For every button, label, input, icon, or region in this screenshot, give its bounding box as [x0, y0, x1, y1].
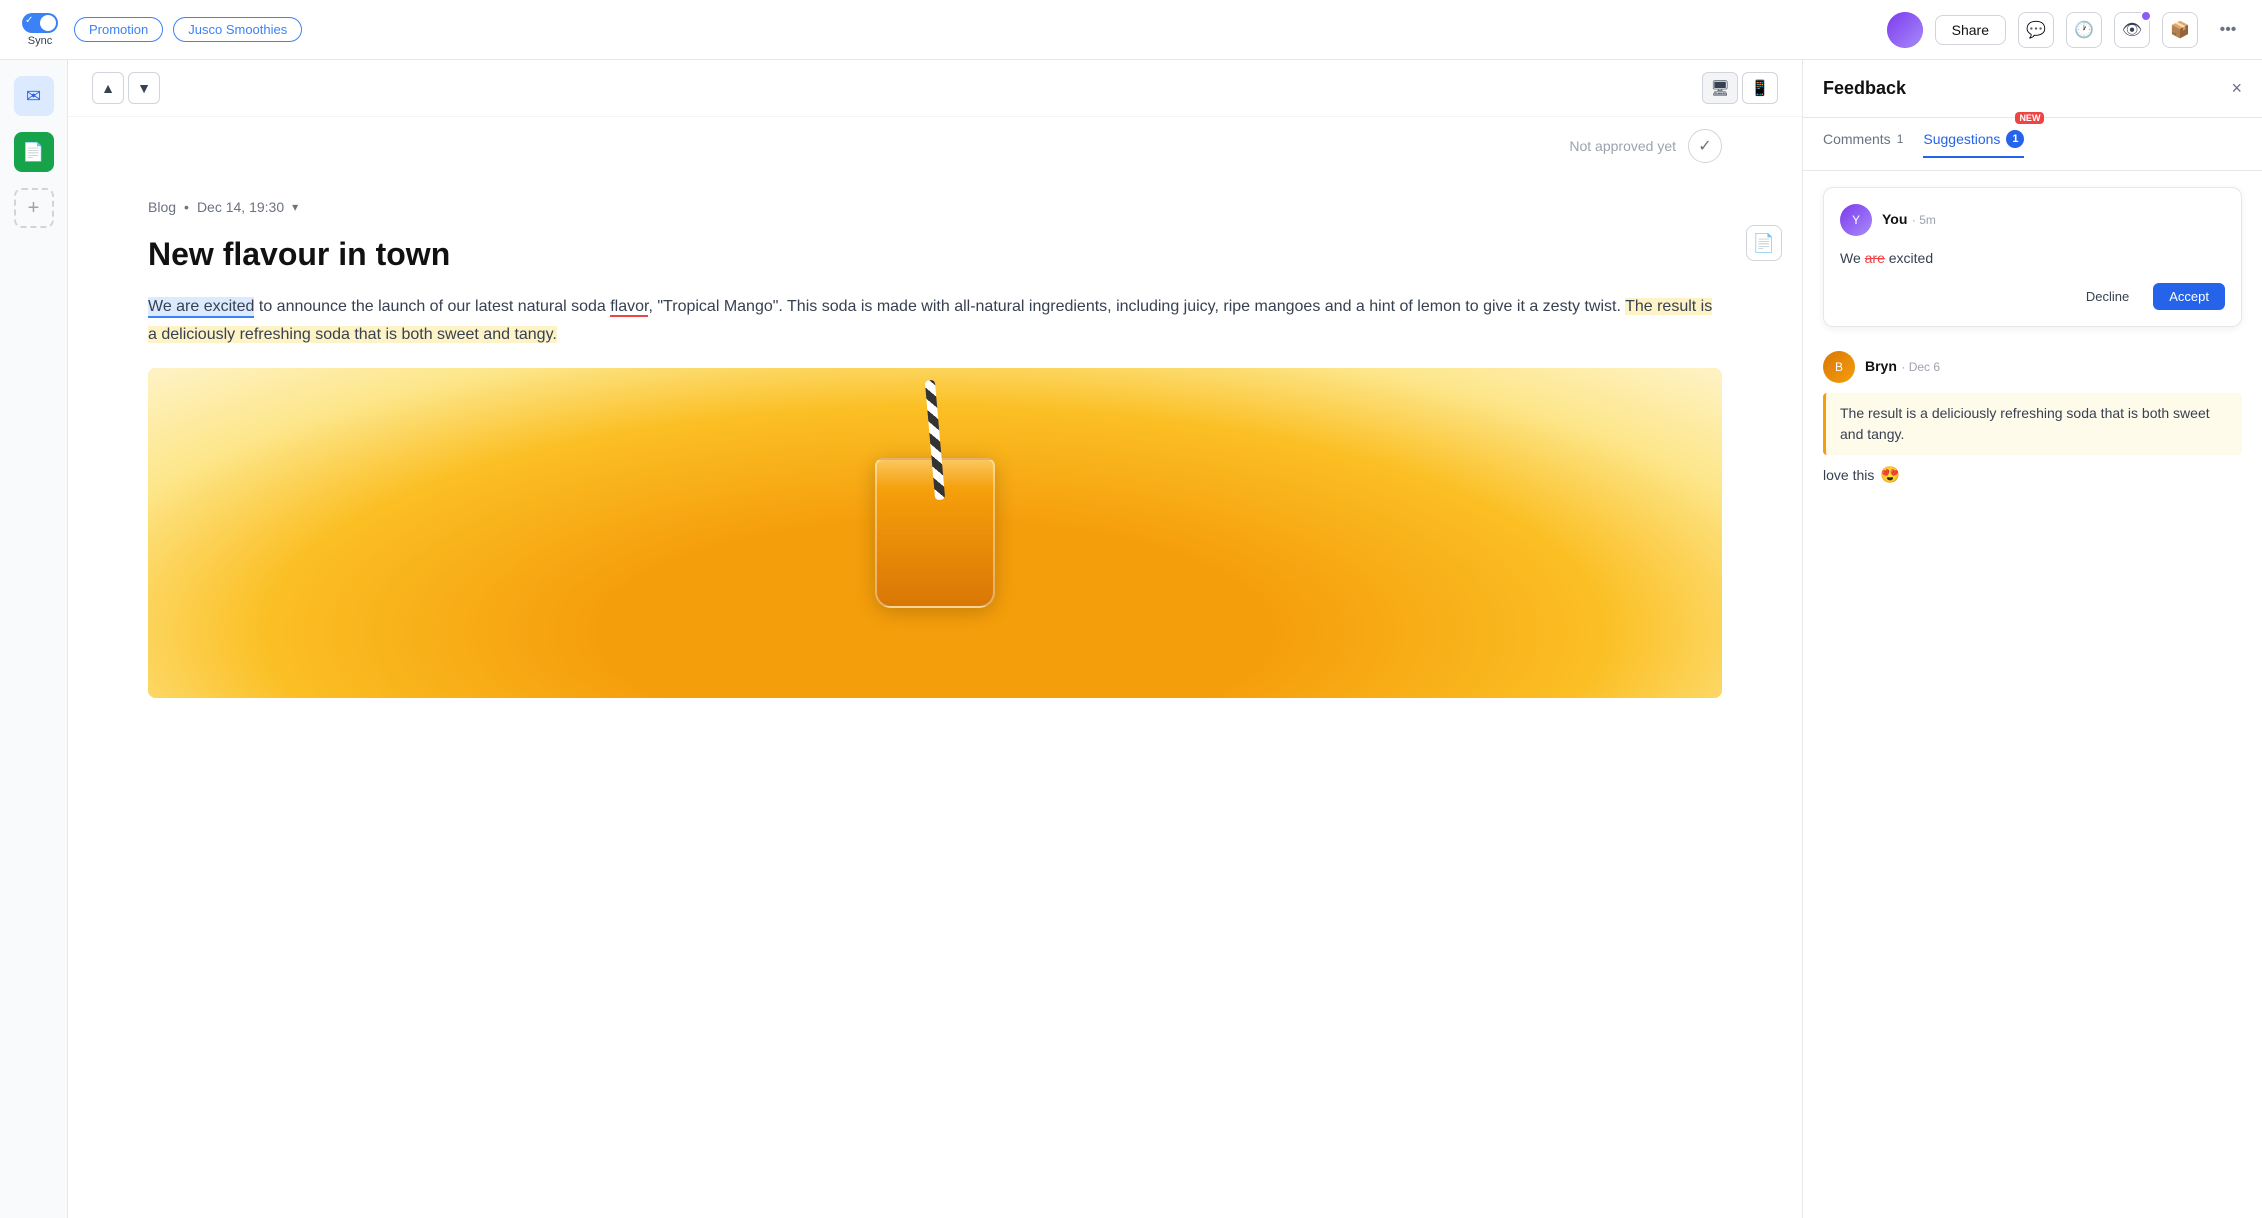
comment-user-row: B Bryn · Dec 6: [1823, 351, 2242, 383]
misspelled-word: flavor: [610, 298, 648, 317]
article-image: [148, 368, 1722, 698]
blog-meta: Blog • Dec 14, 19:30 ▾: [148, 199, 1722, 215]
box-icon-button[interactable]: 📦: [2162, 12, 2198, 48]
approval-bar: Not approved yet ✓: [68, 117, 1802, 175]
suggestion-text: We are excited: [1840, 248, 2225, 269]
content-area: ▲ ▼ 🖥 📱 Not approved yet ✓ 📄 Blog • Dec …: [68, 60, 1802, 1218]
bryn-avatar: B: [1823, 351, 1855, 383]
sync-button[interactable]: Sync: [16, 9, 64, 51]
content-scroll[interactable]: 📄 Blog • Dec 14, 19:30 ▾ New flavour in …: [68, 175, 1802, 1218]
suggestion-time: · 5m: [1912, 213, 1936, 227]
suggestion-user-row: Y You · 5m: [1840, 204, 2225, 236]
comment-user-info: Bryn · Dec 6: [1865, 358, 1940, 376]
comment-body: love this 😍: [1823, 465, 2242, 485]
view-buttons: 🖥 📱: [1702, 72, 1778, 104]
sidebar-doc-icon[interactable]: 📄: [14, 132, 54, 172]
sidebar-mail-icon[interactable]: ✉: [14, 76, 54, 116]
approve-button[interactable]: ✓: [1688, 129, 1722, 163]
notification-dot: [2140, 10, 2152, 22]
approval-status: Not approved yet: [1569, 138, 1676, 154]
history-icon-button[interactable]: 🕐: [2066, 12, 2102, 48]
comment-user-name: Bryn: [1865, 358, 1897, 374]
box-icon: 📦: [2170, 20, 2190, 40]
ellipsis-icon: •••: [2220, 21, 2237, 39]
decline-button[interactable]: Decline: [2072, 283, 2143, 310]
article-title: New flavour in town: [148, 235, 1722, 273]
chat-icon-button[interactable]: 💬: [2018, 12, 2054, 48]
main-container: ✉ 📄 + ▲ ▼ 🖥 📱 Not approved yet ✓ 📄 Blog: [0, 60, 2262, 1218]
deleted-text: are: [1865, 250, 1885, 266]
article-paragraph-1: We are excited to announce the launch of…: [148, 293, 1722, 347]
jusco-smoothies-tag[interactable]: Jusco Smoothies: [173, 17, 302, 42]
right-panel: Feedback × Comments 1 Suggestions 1 NEW …: [1802, 60, 2262, 1218]
doc-float-button[interactable]: 📄: [1746, 225, 1782, 261]
panel-header: Feedback ×: [1803, 60, 2262, 118]
comment-text: love this: [1823, 467, 1874, 483]
sync-toggle[interactable]: [22, 13, 58, 33]
comment-card: B Bryn · Dec 6 The result is a delicious…: [1823, 343, 2242, 493]
panel-content: Y You · 5m We are excited Decline Accept: [1803, 171, 2262, 1218]
sync-knob: [40, 15, 56, 31]
chat-icon: 💬: [2026, 20, 2046, 40]
you-avatar: Y: [1840, 204, 1872, 236]
user-info: You · 5m: [1882, 211, 1936, 229]
panel-tabs: Comments 1 Suggestions 1 NEW: [1803, 118, 2262, 171]
topbar: Sync Promotion Jusco Smoothies Share 💬 🕐…: [0, 0, 2262, 60]
meta-dot: •: [184, 199, 189, 215]
comments-count: 1: [1897, 132, 1904, 146]
eye-icon: 👁: [2122, 20, 2142, 40]
highlighted-sentence: The result is a deliciously refreshing s…: [148, 298, 1712, 342]
tab-comments[interactable]: Comments 1: [1823, 131, 1903, 157]
share-button[interactable]: Share: [1935, 15, 2006, 45]
quoted-text: The result is a deliciously refreshing s…: [1823, 393, 2242, 455]
mango-drink: [148, 368, 1722, 698]
straw: [925, 380, 945, 500]
history-icon: 🕐: [2074, 20, 2094, 40]
content-toolbar: ▲ ▼ 🖥 📱: [68, 60, 1802, 117]
panel-title: Feedback: [1823, 78, 1906, 99]
glass: [875, 458, 995, 608]
close-button[interactable]: ×: [2231, 78, 2242, 99]
article-body: We are excited to announce the launch of…: [148, 293, 1722, 697]
more-menu-button[interactable]: •••: [2210, 12, 2246, 48]
suggestion-actions: Decline Accept: [1840, 283, 2225, 310]
desktop-view-button[interactable]: 🖥: [1702, 72, 1738, 104]
comment-emoji: 😍: [1880, 465, 1900, 485]
prev-button[interactable]: ▲: [92, 72, 124, 104]
sync-label: Sync: [28, 35, 52, 47]
suggestions-badge: 1: [2006, 130, 2024, 148]
highlighted-text: We are excited: [148, 297, 254, 318]
topbar-left: Sync Promotion Jusco Smoothies: [16, 9, 1887, 51]
blog-date: Dec 14, 19:30: [197, 199, 284, 215]
left-sidebar: ✉ 📄 +: [0, 60, 68, 1218]
suggestions-label: Suggestions: [1923, 131, 2000, 147]
suggestion-card: Y You · 5m We are excited Decline Accept: [1823, 187, 2242, 327]
mobile-view-button[interactable]: 📱: [1742, 72, 1778, 104]
blog-source: Blog: [148, 199, 176, 215]
tab-suggestions[interactable]: Suggestions 1 NEW: [1923, 130, 2024, 158]
nav-arrows: ▲ ▼: [92, 72, 160, 104]
suggestion-user-name: You: [1882, 211, 1907, 227]
paragraph-text: to announce the launch of our latest nat…: [148, 298, 1712, 342]
user-avatar[interactable]: [1887, 12, 1923, 48]
new-badge: NEW: [2015, 112, 2044, 124]
promotion-tag[interactable]: Promotion: [74, 17, 163, 42]
next-button[interactable]: ▼: [128, 72, 160, 104]
comment-date: · Dec 6: [1901, 360, 1940, 374]
avatar-image: [1887, 12, 1923, 48]
sidebar-add-button[interactable]: +: [14, 188, 54, 228]
comments-label: Comments: [1823, 131, 1891, 147]
chevron-down-icon[interactable]: ▾: [292, 200, 298, 214]
accept-button[interactable]: Accept: [2153, 283, 2225, 310]
eye-icon-button[interactable]: 👁: [2114, 12, 2150, 48]
topbar-right: Share 💬 🕐 👁 📦 •••: [1887, 12, 2246, 48]
